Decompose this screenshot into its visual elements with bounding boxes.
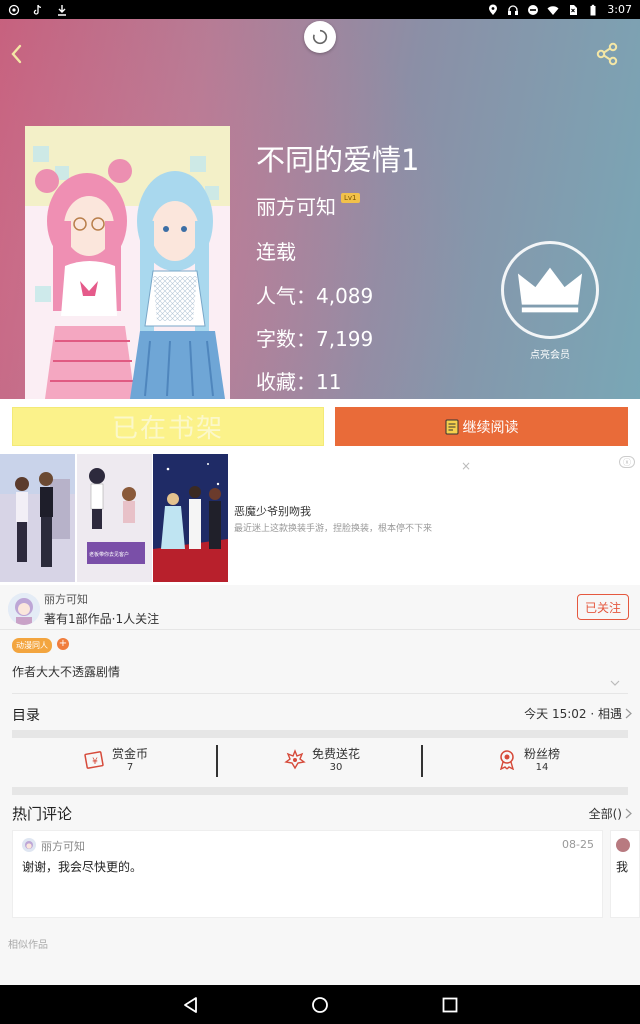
reward-coins-value: 7: [126, 762, 134, 773]
fan-ranking-value: 14: [535, 762, 549, 773]
book-title: 不同的爱情1: [256, 143, 420, 177]
author-meta: 著有1部作品·1人关注: [44, 612, 160, 626]
book-author-name[interactable]: 丽方可知: [256, 191, 336, 220]
comment-card[interactable]: 丽方可知 08-25 谢谢，我会尽快更的。: [12, 830, 603, 918]
genre-tag[interactable]: 动漫同人: [12, 638, 52, 653]
free-flowers-button[interactable]: 免费送花 30: [284, 745, 360, 773]
book-header: 不同的爱情1 丽方可知 Lv1 连载 人气：4,089 字数：7,199 收藏：…: [0, 19, 640, 399]
book-icon: [445, 419, 458, 434]
reward-coins-label: 赏金币: [112, 747, 149, 761]
status-time: 3:07: [607, 3, 632, 16]
hot-comments-heading: 热门评论: [12, 805, 73, 823]
ad-close-button[interactable]: ×: [461, 459, 471, 473]
free-flowers-label: 免费送花: [312, 747, 361, 761]
action-bar: 已在书架 继续阅读: [0, 399, 640, 454]
ad-image-1[interactable]: [0, 454, 75, 582]
author-level-badge: Lv1: [341, 193, 360, 203]
refresh-button[interactable]: [304, 21, 336, 53]
coin-envelope-icon: ¥: [84, 751, 104, 769]
book-author[interactable]: 丽方可知 Lv1: [256, 191, 360, 220]
system-navigation-bar: [0, 985, 640, 1024]
all-comments-link[interactable]: 全部(): [589, 805, 622, 822]
author-section: 丽方可知 著有1部作品·1人关注 已关注 动漫同人 + 作者大大不透露剧情: [0, 585, 640, 695]
download-icon: [56, 4, 68, 16]
toc-label: 目录: [12, 708, 40, 724]
followed-button[interactable]: 已关注: [577, 594, 629, 620]
continue-reading-label: 继续阅读: [462, 419, 519, 436]
vip-label: 点亮会员: [530, 350, 570, 361]
crown-icon: [517, 267, 583, 313]
book-detail-screen: 3:07 不同的爱情1 丽方可知 Lv1 连载 人气：4,089 字数：7,19…: [0, 0, 640, 1024]
commenter-avatar[interactable]: [22, 838, 36, 852]
battery-icon: [587, 4, 599, 16]
wifi-icon: [547, 4, 559, 16]
headset-icon: [507, 4, 519, 16]
free-flowers-value: 30: [329, 762, 343, 773]
ad-banner[interactable]: 老板带你去见客户 恶魔少爷别吻我 最近迷上这款换装手游，捏脸换装，根本停不下来 …: [0, 454, 640, 585]
commenter-avatar[interactable]: [616, 838, 630, 852]
reward-coins-button[interactable]: ¥ 赏金币 7: [84, 745, 148, 773]
continue-reading-button[interactable]: 继续阅读: [335, 407, 628, 446]
commenter-name[interactable]: 丽方可知: [41, 838, 85, 854]
popularity-stat: 人气：4,089: [256, 284, 374, 308]
section-divider: [12, 730, 628, 738]
comment-text: 我: [616, 860, 629, 874]
ad-image-2-caption: 老板带你去见客户: [89, 552, 130, 558]
comment-text: 谢谢，我会尽快更的。: [22, 860, 143, 874]
on-shelf-button[interactable]: 已在书架: [12, 407, 324, 446]
ad-image-3[interactable]: [153, 454, 228, 582]
ad-title[interactable]: 恶魔少爷别吻我: [234, 503, 311, 519]
book-description: 作者大大不透露剧情: [12, 665, 121, 679]
chevron-down-icon[interactable]: [610, 679, 620, 687]
ad-image-2[interactable]: 老板带你去见客户: [77, 454, 152, 582]
chevron-right-icon: [625, 708, 632, 719]
svg-text:¥: ¥: [92, 757, 98, 767]
serial-status: 连载: [256, 240, 296, 264]
similar-works-heading: 相似作品: [8, 940, 48, 951]
ad-description: 最近迷上这款换装手游，捏脸换装，根本停不下来: [234, 524, 433, 534]
flower-icon: [284, 749, 306, 770]
fan-ranking-button[interactable]: 粉丝榜 14: [496, 745, 560, 773]
netease-music-icon: [8, 4, 20, 16]
favorites-stat: 收藏：11: [256, 370, 342, 394]
section-divider: [12, 787, 628, 795]
tiktok-icon: [32, 4, 44, 16]
no-sim-icon: [567, 4, 579, 16]
fan-ranking-label: 粉丝榜: [524, 747, 561, 761]
chevron-left-icon: [11, 44, 22, 64]
comment-date: 08-25: [562, 838, 594, 851]
author-avatar[interactable]: [8, 593, 40, 625]
book-cover-image[interactable]: [25, 126, 230, 399]
support-stats-row: ¥ 赏金币 7 免费送花 30 粉丝榜 14: [0, 741, 640, 785]
status-bar: 3:07: [0, 0, 640, 19]
loading-spinner-icon: [312, 29, 328, 45]
chevron-right-icon[interactable]: [625, 808, 632, 819]
share-icon: [596, 42, 618, 66]
medal-icon: [499, 750, 515, 770]
author-name[interactable]: 丽方可知: [44, 591, 88, 607]
toc-latest-update: 今天 15:02 · 相遇: [524, 707, 622, 721]
do-not-disturb-icon: [527, 4, 539, 16]
recents-square-icon[interactable]: [440, 995, 460, 1015]
location-icon: [487, 4, 499, 16]
back-triangle-icon[interactable]: [181, 995, 201, 1015]
back-button[interactable]: [6, 39, 28, 69]
vip-button[interactable]: [501, 241, 599, 339]
ad-badge-icon[interactable]: ⓧ: [619, 456, 635, 468]
home-circle-icon[interactable]: [310, 995, 330, 1015]
add-tag-button[interactable]: +: [57, 638, 69, 650]
share-button[interactable]: [594, 41, 620, 67]
comment-card[interactable]: 我: [610, 830, 640, 918]
word-count-stat: 字数：7,199: [256, 327, 374, 351]
